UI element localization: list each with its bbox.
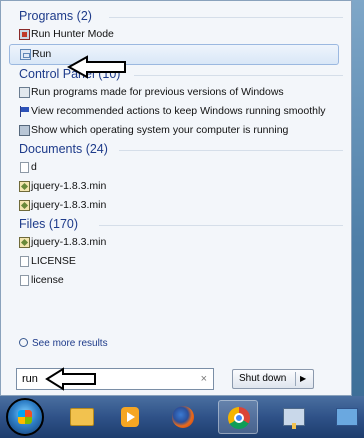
search-input-value: run (22, 373, 38, 385)
see-more-label: See more results (32, 338, 108, 349)
category-programs-label: Programs (2) (19, 9, 92, 23)
result-file[interactable]: LICENSE (9, 252, 345, 271)
taskbar-display[interactable] (326, 400, 364, 434)
divider (119, 150, 343, 151)
taskbar-network[interactable] (273, 400, 313, 434)
search-results: Programs (2) Run Hunter Mode Run Control… (9, 7, 345, 290)
result-label: Run (32, 48, 52, 60)
shut-down-options-arrow-icon[interactable]: ▶ (300, 370, 306, 388)
category-files-label: Files (170) (19, 217, 79, 231)
result-compatibility[interactable]: Run programs made for previous versions … (9, 83, 345, 102)
result-label: Show which operating system your compute… (31, 124, 289, 136)
start-menu: Programs (2) Run Hunter Mode Run Control… (0, 0, 352, 396)
result-document[interactable]: d (9, 158, 345, 177)
document-icon (20, 256, 29, 267)
taskbar (0, 396, 364, 438)
hunter-mode-icon (19, 29, 30, 40)
category-documents-label: Documents (24) (19, 142, 108, 156)
folder-icon (70, 408, 94, 426)
result-recommended-actions[interactable]: View recommended actions to keep Windows… (9, 102, 345, 121)
taskbar-explorer[interactable] (60, 400, 100, 434)
taskbar-media-player[interactable] (110, 400, 150, 434)
result-label: jquery-1.8.3.min (31, 180, 107, 192)
result-label: license (31, 274, 64, 286)
search-icon (19, 338, 28, 347)
result-file[interactable]: license (9, 271, 345, 290)
action-center-flag-icon (19, 106, 30, 117)
result-document[interactable]: jquery-1.8.3.min (9, 177, 345, 196)
category-programs[interactable]: Programs (2) (9, 7, 345, 25)
taskbar-firefox[interactable] (163, 400, 203, 434)
result-document[interactable]: jquery-1.8.3.min (9, 196, 345, 215)
result-file[interactable]: jquery-1.8.3.min (9, 233, 345, 252)
script-file-icon (19, 237, 30, 248)
result-run-hunter-mode[interactable]: Run Hunter Mode (9, 25, 345, 44)
document-icon (20, 275, 29, 286)
network-icon (283, 408, 305, 429)
script-file-icon (19, 200, 30, 211)
clear-search-icon[interactable]: × (201, 369, 207, 389)
annotation-arrow-run (67, 55, 126, 79)
shut-down-label: Shut down (239, 373, 287, 384)
divider (295, 372, 296, 386)
firefox-icon (172, 406, 194, 428)
divider (99, 225, 343, 226)
compatibility-icon (19, 87, 30, 98)
shut-down-button[interactable]: Shut down ▶ (232, 369, 314, 389)
category-documents[interactable]: Documents (24) (9, 140, 345, 158)
script-file-icon (19, 181, 30, 192)
result-label: jquery-1.8.3.min (31, 199, 107, 211)
run-icon (20, 49, 31, 60)
result-label: jquery-1.8.3.min (31, 236, 107, 248)
media-player-icon (121, 407, 139, 427)
divider (134, 75, 343, 76)
result-label: LICENSE (31, 255, 76, 267)
see-more-results-link[interactable]: See more results (19, 338, 108, 349)
divider (109, 17, 343, 18)
result-label: Run Hunter Mode (31, 28, 114, 40)
document-icon (20, 162, 29, 173)
desktop-background (352, 0, 364, 396)
result-run[interactable]: Run (9, 44, 339, 65)
chrome-icon (228, 407, 250, 429)
category-files[interactable]: Files (170) (9, 215, 345, 233)
monitor-icon (336, 408, 358, 426)
result-label: Run programs made for previous versions … (31, 86, 284, 98)
result-label: d (31, 161, 37, 173)
result-label: View recommended actions to keep Windows… (31, 105, 326, 117)
start-button[interactable] (6, 398, 44, 436)
system-info-icon (19, 125, 30, 136)
annotation-arrow-search (45, 367, 96, 391)
category-control-panel[interactable]: Control Panel (10) (9, 65, 345, 83)
taskbar-chrome[interactable] (218, 400, 258, 434)
result-os-info[interactable]: Show which operating system your compute… (9, 121, 345, 140)
